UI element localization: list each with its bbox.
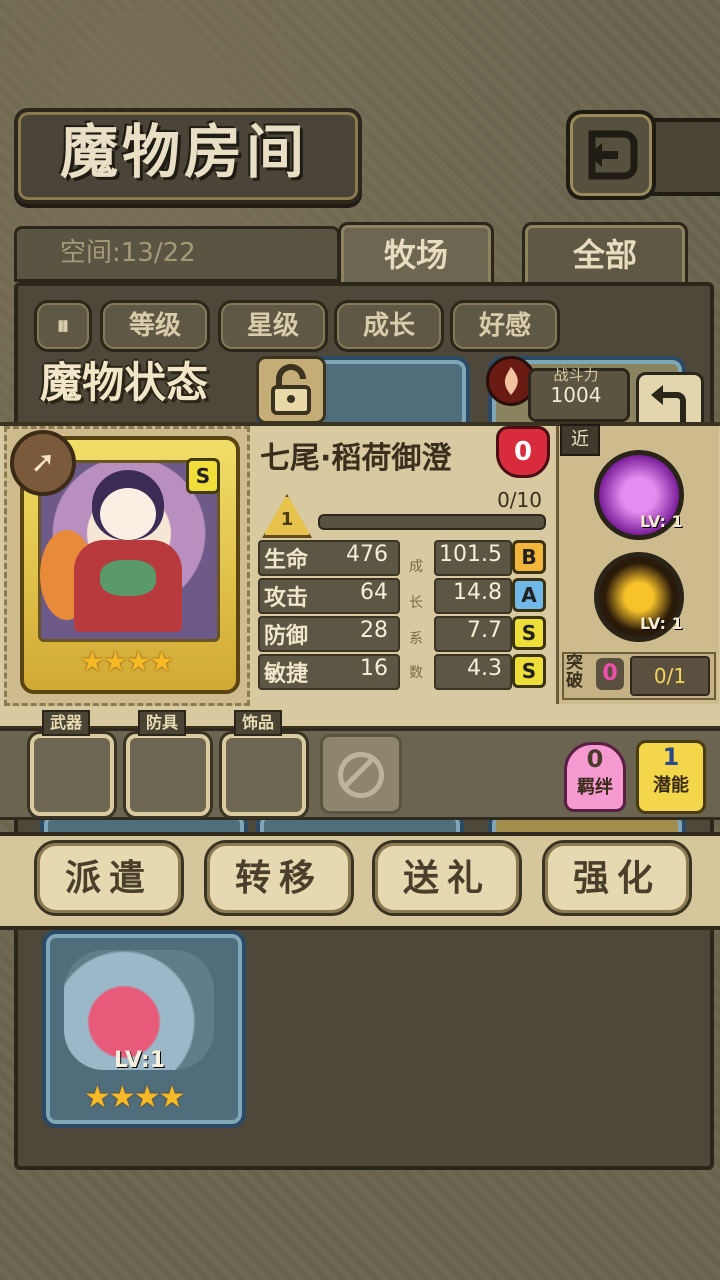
bond-value: 0 <box>586 745 604 773</box>
padlock-icon <box>271 364 311 415</box>
portrait-bow <box>100 560 156 596</box>
enhance-button[interactable]: 强化 <box>542 840 692 916</box>
potential-label: 潜能 <box>653 775 689 796</box>
power-label: 战斗力 <box>553 366 599 384</box>
card-stars: ★★★★ <box>84 1080 186 1115</box>
power-value: 1004 <box>550 383 602 407</box>
breakthrough-value: 0 <box>596 658 624 690</box>
star-rating: ★★★★ <box>79 645 174 678</box>
stat-value: 64 <box>360 580 388 605</box>
lock-button[interactable] <box>256 356 326 424</box>
sort-order-button[interactable]: ⏸ <box>34 300 92 352</box>
sort-star-button[interactable]: 星级 <box>218 300 328 352</box>
growth-label-char: 长 <box>409 595 423 611</box>
skill-level: LV: 1 <box>640 512 683 531</box>
bond-button[interactable]: 0 羁绊 <box>564 742 626 812</box>
accessory-slot[interactable] <box>222 734 306 816</box>
breakthrough-label: 突破 <box>566 653 583 691</box>
back-arrow-icon <box>588 130 638 180</box>
prohibited-icon <box>338 752 384 798</box>
armor-slot[interactable] <box>126 734 210 816</box>
growth-grade: S <box>512 616 546 650</box>
stat-value: 16 <box>360 656 388 681</box>
growth-grade: B <box>512 540 546 574</box>
growth-label-char: 数 <box>409 665 423 681</box>
gift-button[interactable]: 送礼 <box>372 840 522 916</box>
stat-value: 476 <box>346 542 388 567</box>
tab-ranch[interactable]: 牧场 <box>338 222 494 288</box>
skill-level: LV: 1 <box>640 614 683 633</box>
growth-grade: A <box>512 578 546 612</box>
tab-all-label: 全部 <box>572 236 637 274</box>
growth-value: 4.3 <box>467 656 502 681</box>
favor-heart[interactable]: 0 <box>496 426 550 478</box>
growth-label-char: 系 <box>409 631 423 647</box>
growth-grade: S <box>512 654 546 688</box>
portrait-face <box>100 488 156 540</box>
exp-bar <box>318 514 546 530</box>
monster-name: 七尾·稻荷御澄 <box>260 441 452 476</box>
space-counter: 空间:13/22 <box>60 238 196 268</box>
stat-label: 生命 <box>264 548 309 573</box>
sort-growth-button[interactable]: 成长 <box>334 300 444 352</box>
weapon-slot-label: 武器 <box>42 710 91 736</box>
dispatch-button[interactable]: 派遣 <box>34 840 184 916</box>
potential-value: 1 <box>662 743 680 771</box>
tab-ranch-label: 牧场 <box>383 236 448 274</box>
stat-value: 28 <box>360 618 388 643</box>
exp-text: 0/10 <box>497 488 542 512</box>
growth-value: 7.7 <box>467 618 502 643</box>
back-button[interactable] <box>566 110 656 200</box>
page-title: 魔物房间 <box>59 118 308 186</box>
sort-toggle-icon: ⏸ <box>56 311 70 341</box>
transfer-button[interactable]: 转移 <box>204 840 354 916</box>
sort-level-button[interactable]: 等级 <box>100 300 210 352</box>
weapon-slot[interactable] <box>30 734 114 816</box>
breakthrough-progress: 0/1 <box>630 656 710 696</box>
sort-favor-button[interactable]: 好感 <box>450 300 560 352</box>
attack-type-tag: 近 <box>560 424 600 456</box>
status-title: 魔物状态 <box>39 358 208 407</box>
accessory-slot-label: 饰品 <box>234 710 283 736</box>
card-level: LV:1 <box>114 1048 166 1073</box>
tab-all[interactable]: 全部 <box>522 222 688 288</box>
potential-button[interactable]: 1 潜能 <box>636 740 706 814</box>
stat-label: 防御 <box>264 624 309 649</box>
armor-slot-label: 防具 <box>138 710 187 736</box>
stat-label: 敏捷 <box>264 662 309 687</box>
element-type-icon: ➚ <box>10 430 76 496</box>
stat-label: 攻击 <box>264 586 309 611</box>
growth-value: 101.5 <box>439 542 502 567</box>
bond-label: 羁绊 <box>577 777 613 798</box>
rank-badge: S <box>186 458 220 494</box>
growth-value: 14.8 <box>453 580 502 605</box>
growth-label-char: 成 <box>409 559 423 575</box>
